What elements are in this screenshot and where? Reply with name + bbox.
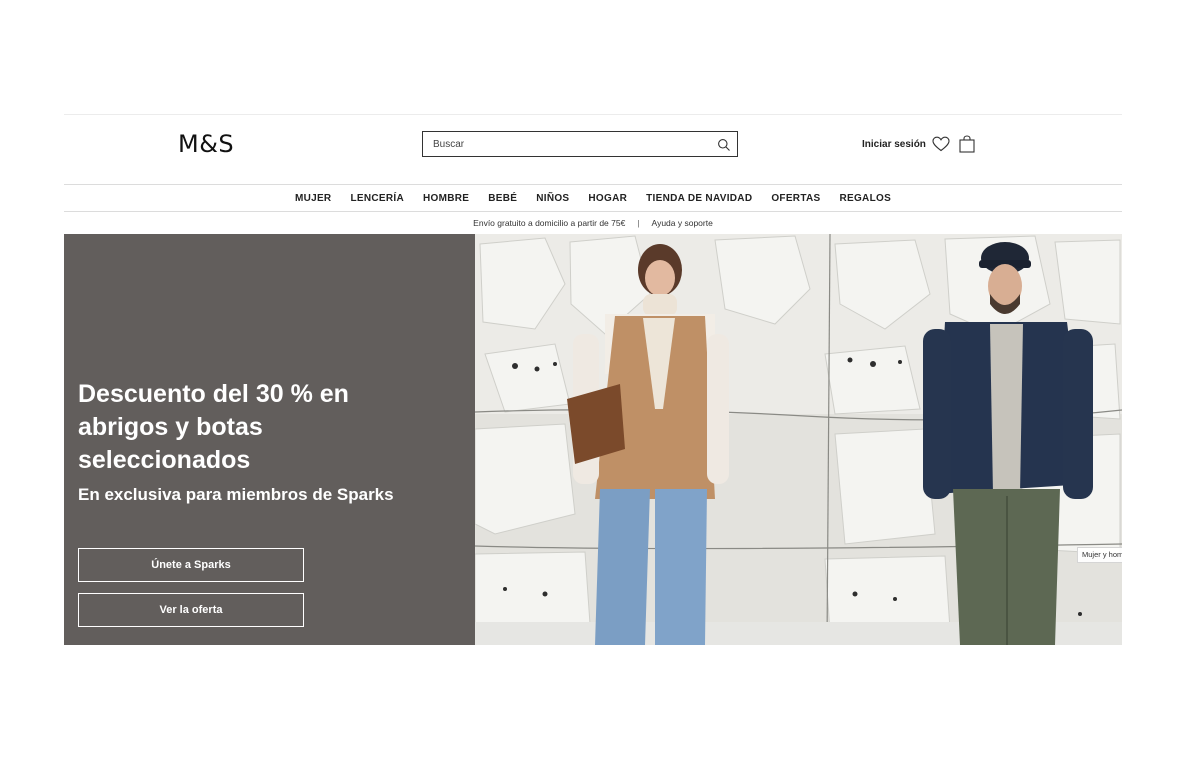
main-nav: MUJER LENCERÍA HOMBRE BEBÉ NIÑOS HOGAR T… xyxy=(64,185,1122,212)
sign-in-link[interactable]: Iniciar sesión xyxy=(862,139,926,150)
search-icon[interactable] xyxy=(717,138,731,152)
nav-item-mujer[interactable]: MUJER xyxy=(295,193,332,204)
heart-icon[interactable] xyxy=(932,136,950,152)
utility-separator: | xyxy=(637,218,640,228)
nav-item-ofertas[interactable]: OFERTAS xyxy=(771,193,820,204)
hero-title: Descuento del 30 % en abrigos y botas se… xyxy=(78,380,349,474)
hero-banner: Descuento del 30 % en abrigos y botas se… xyxy=(64,234,1122,645)
view-offer-button[interactable]: Ver la oferta xyxy=(78,593,304,627)
hero-photo-illustration xyxy=(475,234,1122,645)
ms-logo[interactable]: M&S xyxy=(178,130,234,158)
nav-item-ninos[interactable]: NIÑOS xyxy=(536,193,569,204)
nav-item-regalos[interactable]: REGALOS xyxy=(839,193,891,204)
page: M&S Iniciar sesión MUJER LENCERÍA HOMBRE… xyxy=(0,0,1200,757)
search-box[interactable] xyxy=(422,131,738,157)
bag-icon[interactable] xyxy=(959,135,975,153)
utility-bar: Envío gratuito a domicilio a partir de 7… xyxy=(64,212,1122,234)
nav-item-lenceria[interactable]: LENCERÍA xyxy=(350,193,404,204)
nav-item-tienda-navidad[interactable]: TIENDA DE NAVIDAD xyxy=(646,193,752,204)
search-input[interactable] xyxy=(423,133,705,155)
free-shipping-link[interactable]: Envío gratuito a domicilio a partir de 7… xyxy=(473,218,625,228)
image-tag[interactable]: Mujer y hom xyxy=(1077,547,1122,563)
hero-text-panel: Descuento del 30 % en abrigos y botas se… xyxy=(64,234,475,645)
help-support-link[interactable]: Ayuda y soporte xyxy=(652,218,713,228)
hero-image[interactable] xyxy=(475,234,1122,645)
nav-item-hombre[interactable]: HOMBRE xyxy=(423,193,469,204)
site-header: M&S Iniciar sesión xyxy=(64,114,1122,185)
join-sparks-button[interactable]: Únete a Sparks xyxy=(78,548,304,582)
nav-item-hogar[interactable]: HOGAR xyxy=(588,193,627,204)
nav-item-bebe[interactable]: BEBÉ xyxy=(488,193,517,204)
hero-subtitle: En exclusiva para miembros de Sparks xyxy=(78,485,394,504)
